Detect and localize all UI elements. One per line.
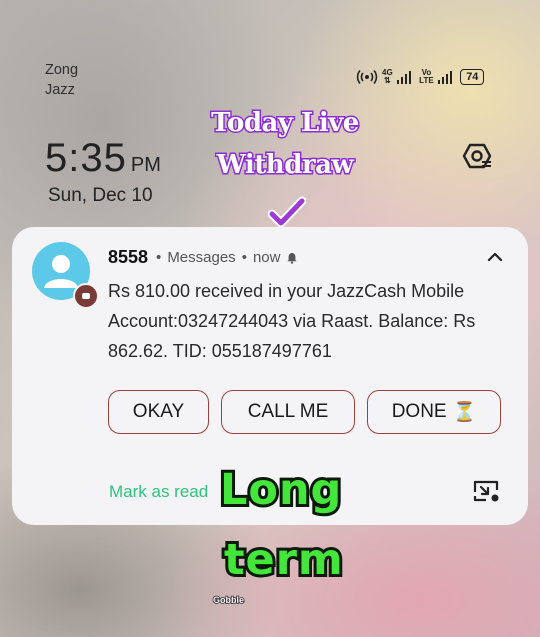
sender-name: 8558 — [108, 247, 149, 267]
carrier-labels: Zong Jazz — [45, 60, 78, 100]
clock-time: 5:35 — [45, 136, 127, 180]
volte-label: Vo LTE — [419, 68, 434, 85]
mark-as-read-link[interactable]: Mark as read — [109, 482, 208, 502]
hourglass-icon: ⏳ — [452, 402, 477, 423]
snooze-icon[interactable] — [471, 478, 501, 504]
overlay-sticker-term: term — [221, 532, 346, 588]
overlay-title-line-2: Withdraw — [215, 149, 355, 182]
lockscreen-date: Sun, Dec 10 — [48, 185, 153, 206]
signal-icon — [437, 70, 453, 84]
carrier-1: Zong — [45, 62, 79, 78]
clock-ampm: PM — [130, 154, 161, 176]
chevron-up-icon[interactable] — [486, 250, 504, 264]
eye-icon[interactable] — [460, 141, 494, 171]
bell-icon — [287, 252, 297, 264]
lockscreen-clock: 5:35 PM — [45, 136, 161, 181]
notification-actions: OKAY CALL ME DONE ⏳ — [108, 390, 501, 434]
app-name: Messages — [167, 249, 236, 266]
notification-time: now — [252, 249, 281, 266]
notification-message: Rs 810.00 received in your JazzCash Mobi… — [108, 281, 476, 361]
battery-icon: 74 — [460, 69, 485, 85]
done-button[interactable]: DONE ⏳ — [367, 390, 501, 434]
done-label: DONE — [391, 401, 447, 422]
overlay-sticker-long: Long — [217, 462, 344, 518]
notification-header: 8558 • Messages • now — [108, 247, 298, 268]
watermark: Gobble — [212, 594, 245, 606]
signal-icon — [396, 70, 412, 84]
check-icon — [268, 196, 306, 228]
hotspot-icon — [356, 69, 378, 85]
message-badge-icon — [73, 283, 99, 309]
okay-button[interactable]: OKAY — [108, 390, 209, 434]
call-me-button[interactable]: CALL ME — [221, 390, 355, 434]
status-icons: 4G ⇅ Vo LTE 74 — [356, 66, 485, 88]
carrier-2: Jazz — [45, 82, 75, 98]
network-4g: 4G ⇅ — [382, 68, 393, 85]
overlay-title-line-1: Today Live — [210, 107, 361, 140]
